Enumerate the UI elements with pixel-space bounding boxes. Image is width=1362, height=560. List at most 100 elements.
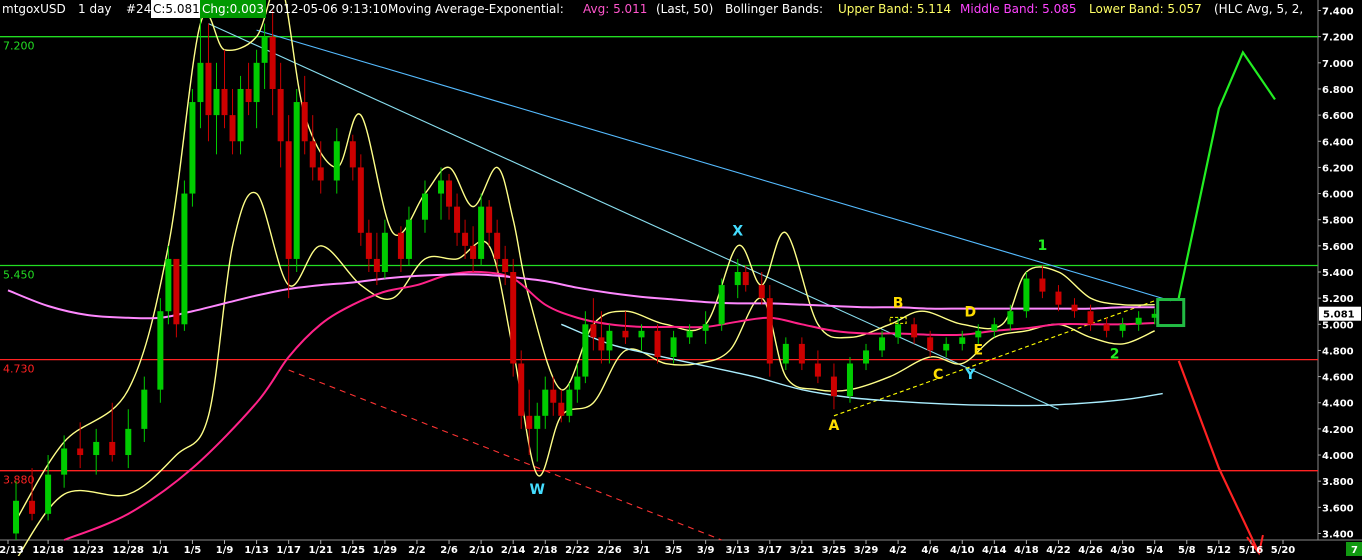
candle-body xyxy=(221,88,228,116)
candle-body xyxy=(1071,304,1078,312)
level-label: 4.730 xyxy=(3,363,35,376)
price-chart[interactable]: 7.2005.4504.7303.880XWYABCDE127.4007.200… xyxy=(0,0,1362,560)
x-tick-label: 5/16 xyxy=(1239,545,1264,556)
candle-body xyxy=(758,285,765,299)
candle-body xyxy=(654,330,661,357)
candle-body xyxy=(309,141,316,168)
symbol-label: mtgoxUSD xyxy=(2,2,66,16)
wave-label: Y xyxy=(964,367,976,383)
candle-body xyxy=(863,350,870,364)
candle-body xyxy=(558,402,565,416)
x-tick-label: 5/4 xyxy=(1146,545,1164,556)
candle-body xyxy=(846,363,853,397)
x-tick-label: 12/23 xyxy=(72,545,104,556)
x-tick-label: 4/2 xyxy=(889,545,907,556)
candle-body xyxy=(566,389,573,416)
wave-label: E xyxy=(973,342,983,358)
candle-body xyxy=(45,474,52,514)
x-tick-label: 12/28 xyxy=(113,545,145,556)
x-tick-label: 1/5 xyxy=(184,545,202,556)
candle-body xyxy=(718,285,725,325)
candle-body xyxy=(189,102,196,194)
y-tick-label: 4.400 xyxy=(1322,399,1354,410)
candle-body xyxy=(782,343,789,364)
x-tick-label: 4/6 xyxy=(921,545,939,556)
candle-body xyxy=(237,88,244,142)
y-tick-label: 3.400 xyxy=(1322,529,1354,540)
candle-body xyxy=(405,219,412,259)
chart-area[interactable]: 7.200 5.450 4.730 3.880 X W Y A B C D E 1 2 7.400 7.200… xyxy=(0,0,1362,560)
x-tick-label: 1/1 xyxy=(152,545,170,556)
x-tick-label: 12/13 xyxy=(0,545,24,556)
candle-body xyxy=(261,36,268,63)
bb-middle: Middle Band: 5.085 xyxy=(960,2,1077,16)
candle-body xyxy=(245,88,252,103)
candle-body xyxy=(518,363,525,416)
x-tick-label: 1/25 xyxy=(341,545,366,556)
chart-header: mtgoxUSD 1 day #24 C:5.081 Chg:0.003 201… xyxy=(0,0,1362,18)
candle-body xyxy=(686,330,693,338)
candle-body xyxy=(61,448,68,475)
y-tick-label: 5.000 xyxy=(1322,320,1354,331)
wave-label: X xyxy=(732,223,743,239)
wave-label: B xyxy=(893,295,904,311)
x-tick-label: 3/1 xyxy=(633,545,651,556)
x-tick-label: 12/18 xyxy=(32,545,64,556)
candle-body xyxy=(766,298,773,364)
candle-body xyxy=(494,232,501,259)
candle-body xyxy=(638,330,645,338)
candle-body xyxy=(29,500,36,514)
y-tick-label: 3.600 xyxy=(1322,503,1354,514)
x-tick-label: 4/26 xyxy=(1078,545,1103,556)
level-label: 3.880 xyxy=(3,474,35,487)
candle-body xyxy=(77,448,84,456)
x-tick-label: 4/30 xyxy=(1110,545,1135,556)
candle-body xyxy=(1023,278,1030,312)
y-tick-label: 4.000 xyxy=(1322,451,1354,462)
candle-body xyxy=(197,62,204,103)
candle-body xyxy=(317,167,324,181)
x-tick-label: 3/17 xyxy=(758,545,783,556)
candle-body xyxy=(975,330,982,338)
y-tick-label: 4.200 xyxy=(1322,425,1354,436)
candle-body xyxy=(590,324,597,338)
x-tick-label: 5/20 xyxy=(1271,545,1296,556)
x-tick-label: 1/9 xyxy=(216,545,234,556)
candle-body xyxy=(333,141,340,181)
last-price-label: 5.081 xyxy=(1323,310,1355,321)
candle-body xyxy=(911,324,918,338)
level-label: 7.200 xyxy=(3,40,35,53)
candle-body xyxy=(478,206,485,259)
candle-body xyxy=(598,337,605,351)
candle-body xyxy=(1039,278,1046,292)
candle-body xyxy=(502,258,509,272)
candle-body xyxy=(349,141,356,168)
change-value: Chg:0.003 xyxy=(200,0,266,18)
x-tick-label: 1/21 xyxy=(308,545,333,556)
candle-body xyxy=(1055,291,1062,305)
timestamp: 2012-05-06 9:13:10 xyxy=(268,2,388,16)
candle-body xyxy=(1087,311,1094,325)
x-tick-label: 3/25 xyxy=(822,545,847,556)
candle-body xyxy=(670,337,677,357)
y-tick-label: 6.000 xyxy=(1322,190,1354,201)
candle-body xyxy=(438,180,445,194)
candle-body xyxy=(253,62,260,103)
y-tick-label: 5.200 xyxy=(1322,294,1354,305)
candle-body xyxy=(1135,317,1142,325)
period-label: 1 day xyxy=(78,2,112,16)
y-tick-label: 6.800 xyxy=(1322,85,1354,96)
chart-background xyxy=(0,0,1362,556)
wave-label: 2 xyxy=(1110,346,1120,362)
x-tick-label: 2/2 xyxy=(408,545,426,556)
candle-body xyxy=(157,311,164,390)
y-tick-label: 3.800 xyxy=(1322,477,1354,488)
candle-body xyxy=(582,324,589,377)
candle-body xyxy=(991,324,998,331)
candle-body xyxy=(550,389,557,403)
x-tick-label: 1/13 xyxy=(244,545,269,556)
wave-label: W xyxy=(530,482,545,498)
candle-body xyxy=(943,343,950,351)
candle-body xyxy=(742,272,749,286)
close-value: C:5.081 xyxy=(151,0,202,18)
